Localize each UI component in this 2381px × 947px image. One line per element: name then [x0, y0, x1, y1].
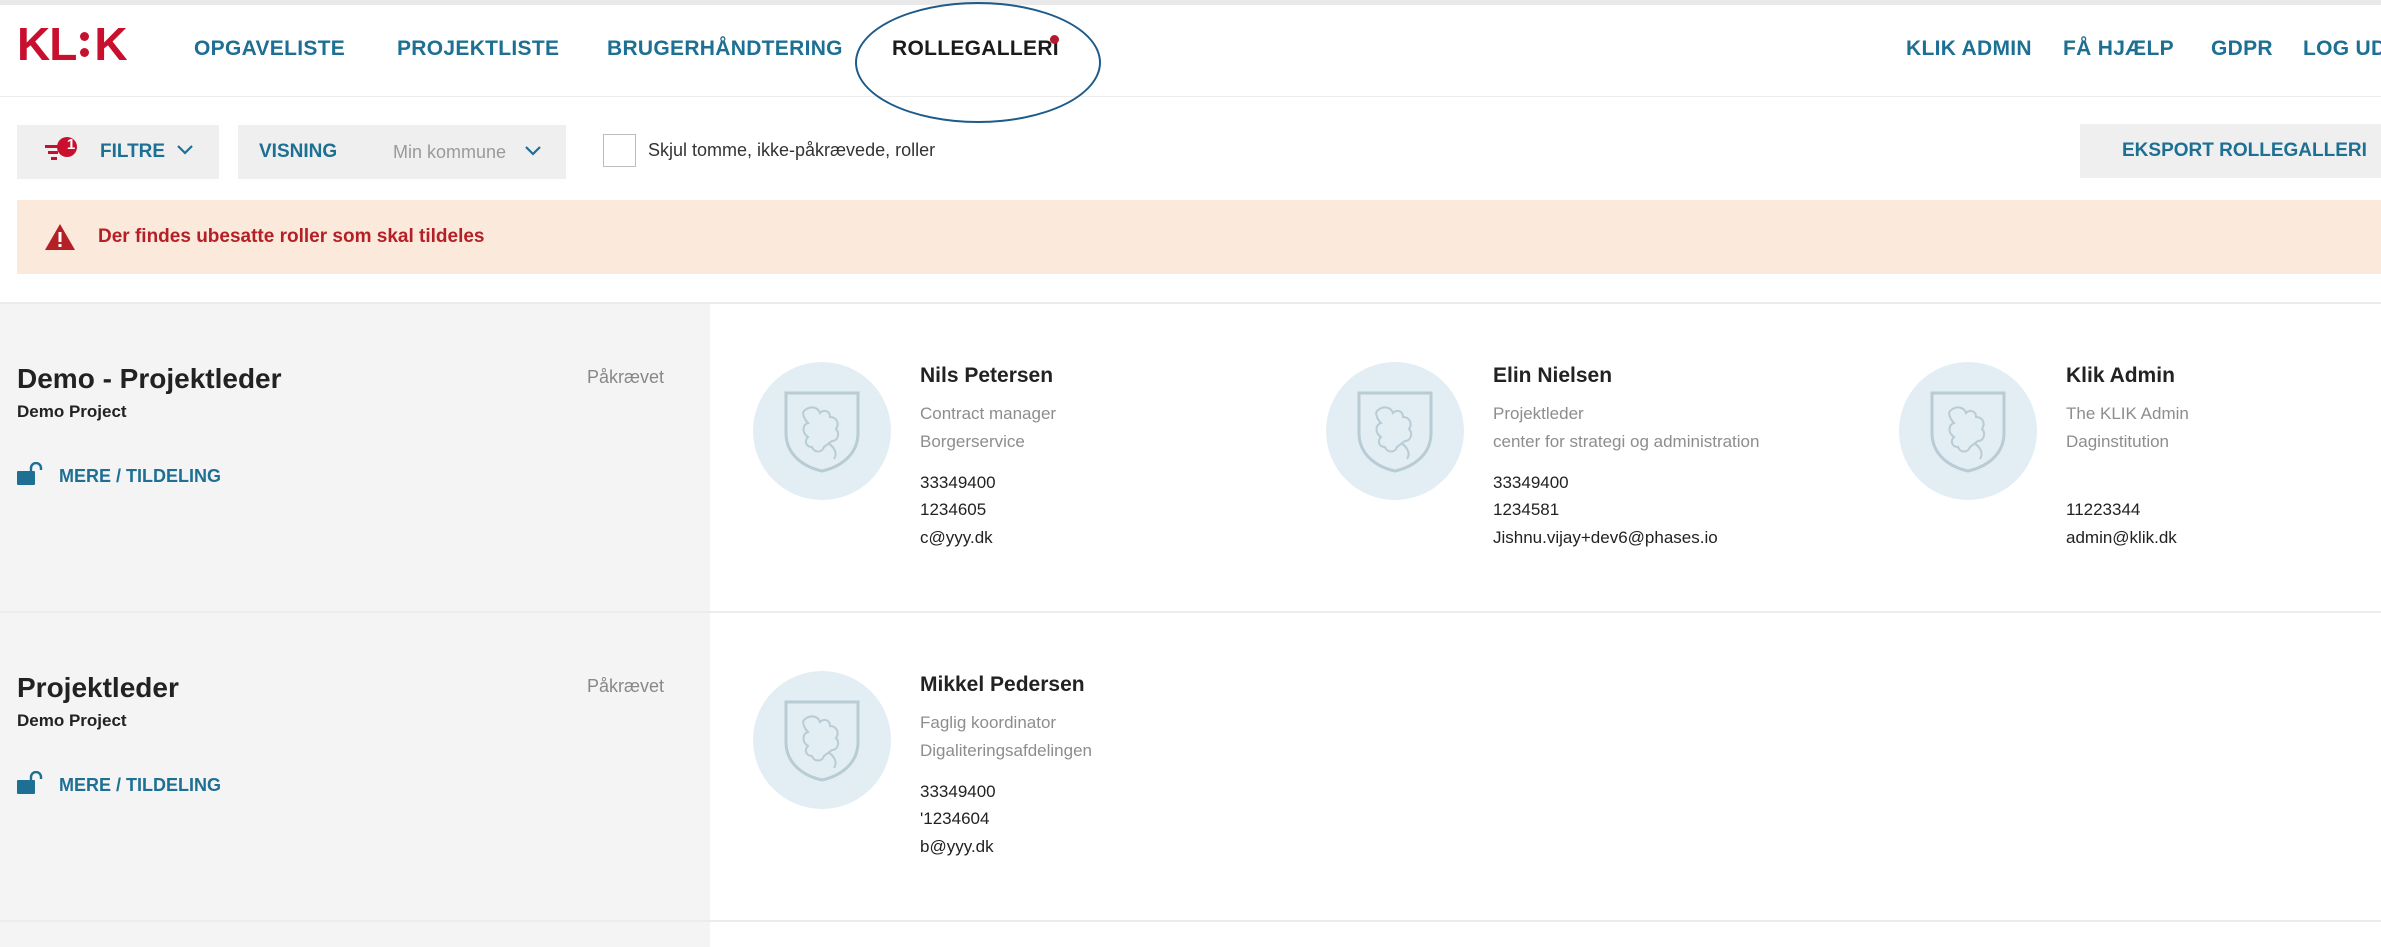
chevron-down-icon — [525, 146, 541, 156]
person-card[interactable]: Klik Admin The KLIK Admin Daginstitution… — [1899, 362, 2369, 562]
unlock-icon — [17, 771, 43, 794]
person-name: Elin Nielsen — [1493, 364, 1613, 387]
view-label: VISNING — [259, 141, 338, 162]
role-project: Demo Project — [17, 711, 127, 730]
person-phone-secondary: '1234604 — [920, 809, 990, 828]
nav-rollegalleri[interactable]: ROLLEGALLERI — [892, 37, 1059, 61]
avatar — [753, 671, 891, 809]
person-phone-secondary: 1234581 — [1493, 500, 1560, 519]
person-department: Daginstitution — [2066, 432, 2170, 451]
person-name: Klik Admin — [2066, 364, 2175, 387]
role-info-panel: Demo - Projektleder Demo Project Påkræve… — [0, 304, 710, 611]
person-phone-secondary: 11223344 — [2066, 500, 2141, 519]
person-title: Faglig koordinator — [920, 713, 1057, 732]
more-assign-label: MERE / TILDELING — [59, 775, 221, 795]
role-required-label: Påkrævet — [587, 367, 665, 387]
coat-of-arms-icon — [784, 391, 860, 473]
nav-brugerhaandtering[interactable]: BRUGERHÅNDTERING — [607, 37, 843, 61]
person-department: Digaliteringsafdelingen — [920, 741, 1093, 760]
more-assign-link[interactable]: MERE / TILDELING — [17, 771, 257, 795]
person-email: c@yyy.dk — [920, 528, 993, 547]
avatar — [753, 362, 891, 500]
role-people-panel: Nils Petersen Contract manager Borgerser… — [710, 304, 2381, 611]
person-phone: 33349400 — [920, 782, 996, 801]
role-project: Demo Project — [17, 402, 127, 421]
nav-faa-hjaelp[interactable]: FÅ HJÆLP — [2063, 37, 2174, 61]
person-department: Borgerservice — [920, 432, 1025, 451]
klik-logo[interactable]: KL K — [17, 18, 128, 70]
person-name: Mikkel Pedersen — [920, 673, 1085, 696]
person-phone-secondary: 1234605 — [920, 500, 987, 519]
notification-dot — [1050, 35, 1059, 44]
nav-klik-admin[interactable]: KLIK ADMIN — [1906, 37, 2032, 61]
person-email: admin@klik.dk — [2066, 528, 2177, 547]
warning-icon — [45, 224, 75, 250]
logo-colon-icon — [80, 31, 90, 57]
role-info-panel: Projektleder Demo Project Påkrævet MERE … — [0, 613, 710, 920]
avatar — [1326, 362, 1464, 500]
coat-of-arms-icon — [1930, 391, 2006, 473]
coat-of-arms-icon — [784, 700, 860, 782]
person-title: The KLIK Admin — [2066, 404, 2189, 423]
person-title: Contract manager — [920, 404, 1057, 423]
person-phone: 33349400 — [920, 473, 996, 492]
nav-opgaveliste[interactable]: OPGAVELISTE — [194, 37, 345, 61]
nav-gdpr[interactable]: GDPR — [2211, 37, 2273, 61]
person-phone: 33349400 — [1493, 473, 1569, 492]
logo-text-right: K — [94, 18, 127, 70]
nav-log-ud[interactable]: LOG UD — [2303, 37, 2381, 61]
person-card[interactable]: Elin Nielsen Projektleder center for str… — [1326, 362, 1886, 562]
export-button[interactable]: EKSPORT ROLLEGALLERI — [2080, 124, 2381, 178]
export-label: EKSPORT ROLLEGALLERI — [2122, 140, 2367, 161]
unlock-icon — [17, 462, 43, 485]
person-card[interactable]: Mikkel Pedersen Faglig koordinator Digal… — [753, 671, 1313, 871]
role-required-label: Påkrævet — [587, 676, 665, 696]
hide-empty-roles-checkbox[interactable] — [603, 134, 636, 167]
role-people-panel: Mikkel Pedersen Faglig koordinator Digal… — [710, 613, 2381, 920]
person-name: Nils Petersen — [920, 364, 1054, 387]
more-assign-link[interactable]: MERE / TILDELING — [17, 462, 257, 486]
person-card[interactable]: Nils Petersen Contract manager Borgerser… — [753, 362, 1313, 562]
coat-of-arms-icon — [1357, 391, 1433, 473]
chevron-down-icon — [177, 145, 193, 155]
alert-banner: Der findes ubesatte roller som skal tild… — [17, 200, 2381, 274]
nav-projektliste[interactable]: PROJEKTLISTE — [397, 37, 559, 61]
filter-label: FILTRE — [100, 141, 166, 162]
role-title: Projektleder — [17, 672, 179, 703]
person-department: center for strategi og administration — [1493, 432, 1760, 451]
filter-button[interactable]: 1 FILTRE — [17, 125, 219, 179]
view-selected-value: Min kommune — [393, 142, 507, 162]
top-navigation: KL K OPGAVELISTE PROJEKTLISTE BRUGERHÅND… — [0, 5, 2381, 97]
person-email: b@yyy.dk — [920, 837, 994, 856]
view-dropdown[interactable]: VISNING Min kommune — [238, 125, 566, 179]
hide-empty-roles-label: Skjul tomme, ikke-påkrævede, roller — [648, 140, 936, 160]
person-title: Projektleder — [1493, 404, 1584, 423]
avatar — [1899, 362, 2037, 500]
role-info-panel — [0, 922, 710, 947]
role-title: Demo - Projektleder — [17, 363, 282, 394]
logo-text-left: KL — [17, 18, 77, 70]
filter-count-badge: 1 — [66, 136, 76, 153]
more-assign-label: MERE / TILDELING — [59, 466, 221, 486]
person-email: Jishnu.vijay+dev6@phases.io — [1493, 528, 1718, 547]
alert-text: Der findes ubesatte roller som skal tild… — [98, 226, 485, 247]
